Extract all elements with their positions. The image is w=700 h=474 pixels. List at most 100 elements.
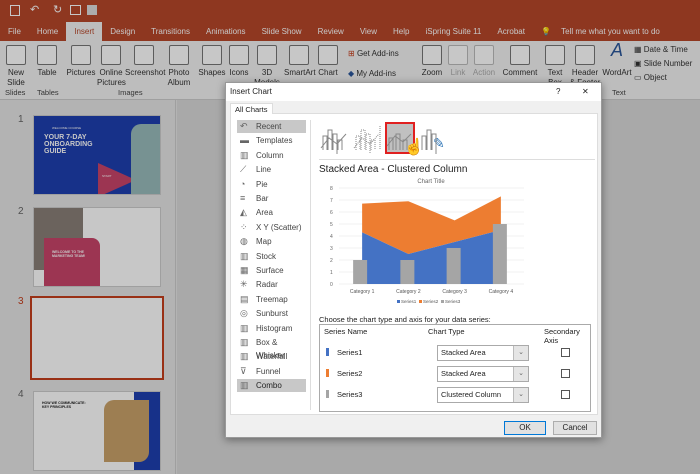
y-tick-label: 3 [330, 246, 333, 252]
chart-type-value: Stacked Area [441, 348, 486, 357]
chart-category-map[interactable]: ◍ Map [237, 235, 306, 248]
chart-category-surface[interactable]: ▦ Surface [237, 264, 306, 277]
chart-category-waterfall[interactable]: ▥ Waterfall [237, 350, 306, 363]
column-series3 [492, 224, 507, 284]
chart-category-area[interactable]: ◭ Area [237, 206, 306, 219]
y-tick-label: 6 [330, 210, 333, 216]
chart-category-templates[interactable]: ▬ Templates [237, 134, 306, 147]
chart-preview: Chart Title 0 1 2 3 4 5 6 7 8 Category 1 Category 2… [330, 179, 524, 304]
chart-category-pie[interactable]: ◔ Pie [237, 178, 306, 191]
chart-category-icon: ▥ [240, 380, 249, 391]
chart-category-label: Surface [256, 266, 284, 275]
series-color-swatch [326, 390, 329, 398]
chart-category-icon: ▥ [240, 250, 249, 261]
chart-category-label: Map [256, 237, 272, 247]
dialog-content: ↶ Recent ▬ Templates ▥ Column ⟋ Line ◔ Pie ≡ Bar ◭ Ar… [230, 113, 598, 415]
ok-button[interactable]: OK [504, 421, 546, 435]
chart-category-icon: ◭ [240, 207, 247, 218]
y-tick-label: 5 [330, 222, 333, 228]
chart-type-dropdown[interactable]: Stacked Area ⌄ [437, 366, 529, 382]
chart-category-icon: ▦ [240, 265, 249, 275]
chart-category-sunburst[interactable]: ◎ Sunburst [237, 307, 306, 320]
chart-category-combo[interactable]: ▥ Combo [237, 379, 306, 393]
legend-label: Series1 [401, 299, 417, 304]
chart-category-histogram[interactable]: ▥ Histogram [237, 322, 306, 335]
column-header-series-name: Series Name [324, 327, 368, 336]
series-table: Series Name Chart Type Secondary Axis Se… [319, 324, 591, 412]
chart-category-label: Area [256, 208, 273, 218]
series-name: Series3 [337, 390, 363, 399]
chart-type-dropdown[interactable]: Stacked Area ⌄ [437, 345, 529, 361]
secondary-axis-checkbox[interactable] [561, 348, 570, 357]
chevron-down-icon: ⌄ [513, 367, 528, 381]
chart-category-icon: ⊽ [240, 365, 247, 376]
chart-type-value: Stacked Area [441, 369, 486, 378]
chart-category-label: Templates [256, 136, 293, 146]
chart-category-label: Pie [256, 179, 268, 189]
secondary-axis-checkbox[interactable] [561, 390, 570, 399]
chart-title: Chart Title [417, 179, 445, 185]
x-tick-label: Category 3 [442, 289, 467, 295]
x-tick-label: Category 2 [396, 289, 421, 295]
column-header-chart-type: Chart Type [428, 327, 465, 336]
chart-category-icon: ⟋ [240, 164, 247, 175]
chart-type-value: Clustered Column [441, 390, 502, 399]
y-tick-label: 0 [330, 282, 333, 288]
chart-category-treemap[interactable]: ▤ Treemap [237, 293, 306, 306]
chevron-down-icon: ⌄ [513, 388, 528, 402]
x-tick-label: Category 1 [350, 289, 375, 295]
subtype-icons: ☝ [320, 126, 437, 156]
chart-category-radar[interactable]: ✳ Radar [237, 278, 306, 291]
secondary-axis-checkbox[interactable] [561, 369, 570, 378]
chart-category-icon: ▥ [240, 149, 249, 160]
chart-category-icon: ◔ [240, 178, 246, 189]
divider [310, 120, 311, 410]
chart-category-icon: ▤ [240, 293, 249, 304]
chart-type-dropdown[interactable]: Clustered Column ⌄ [437, 387, 529, 403]
hand-cursor-icon: ☝ [404, 137, 424, 156]
chart-category-icon: ◍ [240, 236, 248, 247]
column-series3 [400, 260, 415, 284]
series-name: Series1 [337, 348, 363, 357]
column-series3 [353, 260, 368, 284]
chart-category-label: Histogram [256, 323, 293, 333]
chart-category-label: Line [256, 165, 272, 175]
column-series3 [446, 248, 461, 284]
series-color-swatch [326, 369, 329, 377]
chart-category-funnel[interactable]: ⊽ Funnel [237, 365, 306, 378]
cancel-button[interactable]: Cancel [553, 421, 597, 435]
chart-category-icon: ▥ [240, 337, 249, 347]
y-tick-label: 8 [330, 186, 333, 192]
divider [319, 159, 595, 160]
chevron-down-icon: ⌄ [513, 346, 528, 360]
legend-label: Series3 [445, 299, 461, 304]
tab-all-charts[interactable]: All Charts [230, 103, 273, 114]
legend-label: Series2 [423, 299, 439, 304]
dialog-title-bar: Insert Chart ? ✕ [226, 83, 601, 101]
chart-category-label: Radar [256, 280, 278, 290]
chart-category-icon: ▥ [240, 351, 249, 362]
close-button[interactable]: ✕ [582, 83, 589, 101]
chart-category-label: Combo [256, 381, 282, 391]
y-tick-label: 2 [330, 258, 333, 264]
chart-category-column[interactable]: ▥ Column [237, 149, 306, 162]
chart-category-x-y-scatter-[interactable]: ⁘ X Y (Scatter) [237, 221, 306, 234]
series-prompt: Choose the chart type and axis for your … [319, 315, 491, 324]
chart-category-icon: ◎ [240, 308, 248, 319]
chart-category-recent[interactable]: ↶ Recent [237, 120, 306, 133]
insert-chart-dialog: Insert Chart ? ✕ All Charts ↶ Recent ▬ Temp… [225, 82, 602, 438]
y-tick-label: 7 [330, 198, 333, 204]
chart-category-stock[interactable]: ▥ Stock [237, 250, 306, 263]
chart-category-label: Treemap [256, 294, 288, 304]
chart-category-label: Funnel [256, 366, 281, 376]
help-button[interactable]: ? [556, 83, 560, 101]
series-color-swatch [326, 348, 329, 356]
chart-category-bar[interactable]: ≡ Bar [237, 192, 306, 205]
chart-category-label: X Y (Scatter) [256, 222, 302, 232]
chart-category-icon: ▬ [240, 135, 249, 146]
chart-category-icon: ↶ [240, 121, 248, 131]
chart-category-box-whisker[interactable]: ▥ Box & Whisker [237, 336, 306, 361]
chart-category-line[interactable]: ⟋ Line [237, 163, 306, 176]
chart-category-icon: ⁘ [240, 221, 248, 232]
chart-category-label: Bar [256, 194, 269, 203]
